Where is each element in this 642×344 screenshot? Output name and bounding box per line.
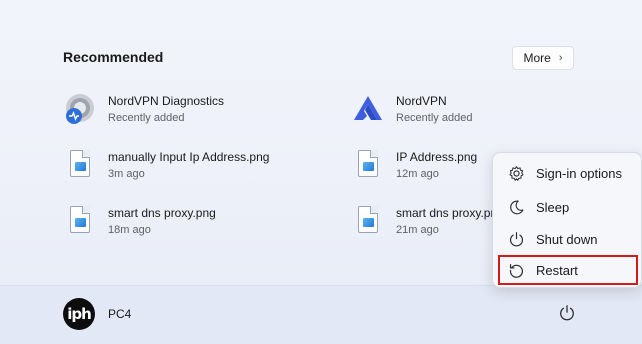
more-button[interactable]: More › [512,46,574,70]
nordvpn-diagnostics-icon [63,92,97,126]
item-name: IP Address.png [396,149,478,164]
recommended-item-file[interactable]: IP Address.png 12m ago [351,148,477,182]
item-name: NordVPN [396,93,447,108]
more-button-label: More [523,51,551,65]
power-button[interactable] [556,304,578,326]
item-name: NordVPN Diagnostics [108,93,225,108]
recommended-item-file[interactable]: smart dns proxy.png 21m ago [351,204,504,238]
menu-item-shut-down[interactable]: Shut down [500,225,638,253]
item-subtitle: 3m ago [108,167,145,180]
menu-item-label: Shut down [536,231,598,247]
chevron-right-icon: › [558,52,563,64]
png-file-icon [63,204,97,238]
user-name: PC4 [108,307,132,321]
item-name: smart dns proxy.png [108,205,216,220]
recommended-heading: Recommended [63,49,164,65]
recommended-item-file[interactable]: manually Input Ip Address.png 3m ago [63,148,269,182]
menu-item-label: Sleep [536,199,570,215]
menu-item-restart[interactable]: Restart [498,255,638,285]
recommended-item-nordvpn[interactable]: NordVPN Recently added [351,92,472,126]
menu-item-label: Sign-in options [536,165,622,181]
item-subtitle: Recently added [396,111,473,124]
restart-icon [507,261,525,279]
moon-icon [507,198,525,216]
png-file-icon [351,204,385,238]
item-name: smart dns proxy.png [396,205,504,220]
recommended-item-nordvpn-diagnostics[interactable]: NordVPN Diagnostics Recently added [63,92,224,126]
item-subtitle: 21m ago [396,223,439,236]
png-file-icon [351,148,385,182]
gear-icon [507,164,525,182]
item-subtitle: Recently added [108,111,185,124]
user-account-button[interactable]: iph PC4 [63,298,131,330]
menu-item-sleep[interactable]: Sleep [500,193,638,221]
power-icon [507,230,525,248]
menu-item-sign-in-options[interactable]: Sign-in options [500,159,638,187]
menu-item-label: Restart [536,262,578,278]
avatar: iph [63,298,95,330]
item-subtitle: 18m ago [108,223,151,236]
png-file-icon [63,148,97,182]
power-icon [558,304,576,327]
item-subtitle: 12m ago [396,167,439,180]
recommended-item-file[interactable]: smart dns proxy.png 18m ago [63,204,216,238]
power-options-menu: Sign-in options Sleep Shut down Restart [492,152,642,288]
nordvpn-icon [351,92,385,126]
item-name: manually Input Ip Address.png [108,149,270,164]
